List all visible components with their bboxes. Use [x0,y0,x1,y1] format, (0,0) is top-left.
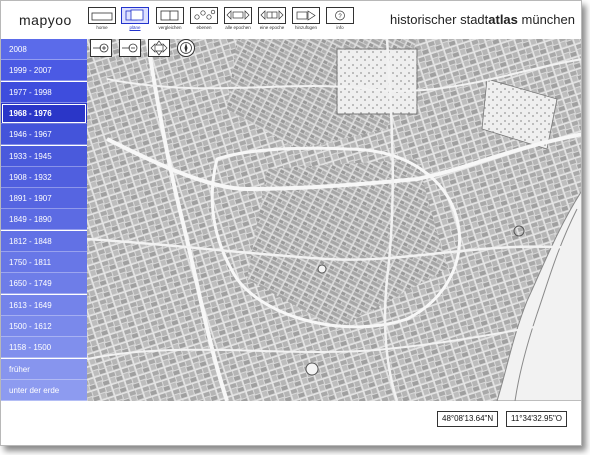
pan-button[interactable] [148,39,170,57]
nav-label: ebenen [196,25,212,30]
zoom-out-icon [122,43,138,53]
nav-plans-button[interactable]: pläne [120,7,150,37]
epoch-item[interactable]: früher [1,358,87,380]
site-title-suffix: münchen [517,12,575,27]
site-title: historischer stadtatlas münchen [390,12,575,27]
add-icon [292,7,320,24]
nav-compare-button[interactable]: vergleichen [155,7,185,37]
historic-city-map[interactable] [87,39,582,401]
epoch-item[interactable]: 1891 - 1907 [1,188,87,210]
epoch-item[interactable]: 1977 - 1998 [1,81,87,103]
nav-label: vergleichen [158,25,182,30]
epoch-item[interactable]: 1946 - 1967 [1,124,87,146]
epoch-item[interactable]: 1650 - 1749 [1,273,87,295]
svg-text:?: ? [338,14,342,20]
nav-info-button[interactable]: ? info [325,7,355,37]
longitude-readout: 11°34'32.95"O [506,411,568,427]
site-title-prefix: historischer stadt [390,12,489,27]
compass-icon [180,42,192,54]
nav-home-button[interactable]: home [87,7,117,37]
epoch-item[interactable]: 1750 - 1811 [1,252,87,273]
nav-label: pläne [129,25,141,30]
app-window: mapyoo home pläne vergleichen ebenen all… [0,0,582,446]
epoch-item[interactable]: 1812 - 1848 [1,230,87,252]
epoch-item[interactable]: 2008 [1,39,87,60]
map-image[interactable] [87,39,582,401]
epoch-item[interactable]: 1999 - 2007 [1,60,87,82]
epoch-item[interactable]: 1968 - 1976 [1,102,87,124]
compass-button[interactable] [177,39,195,57]
logo[interactable]: mapyoo [19,12,72,28]
nav-one-epoch-button[interactable]: eine epoche [257,7,287,37]
nav-label: home [96,25,108,30]
epoch-item[interactable]: 1158 - 1500 [1,337,87,359]
nav-label: info [336,25,344,30]
nav-layers-button[interactable]: ebenen [189,7,219,37]
epoch-item[interactable]: unter der erde [1,379,87,401]
epoch-item[interactable]: 1613 - 1649 [1,294,87,316]
layers-icon [190,7,218,24]
header: mapyoo home pläne vergleichen ebenen all… [1,1,581,39]
epoch-list: 2008 1999 - 2007 1977 - 1998 1968 - 1976 194… [1,39,87,401]
one-epoch-icon [258,7,286,24]
pan-arrows-icon [150,40,168,56]
info-icon: ? [326,7,354,24]
site-title-bold: atlas [488,12,518,27]
compare-icon [156,7,184,24]
epoch-item[interactable]: 1908 - 1932 [1,166,87,188]
epoch-item[interactable]: 1933 - 1945 [1,145,87,167]
zoom-in-icon [93,43,109,53]
plans-icon [121,7,149,24]
nav-label: eine epoche [259,25,285,30]
home-icon [88,7,116,24]
nav-label: hinzufügen [294,25,318,30]
nav-label: alle epochen [225,25,251,30]
epoch-item[interactable]: 1849 - 1890 [1,209,87,231]
zoom-out-button[interactable] [119,39,141,57]
nav-all-epochs-button[interactable]: alle epochen [223,7,253,37]
latitude-readout: 48°08'13.64"N [437,411,499,427]
nav-add-button[interactable]: hinzufügen [291,7,321,37]
zoom-in-button[interactable] [90,39,112,57]
footer: 48°08'13.64"N 11°34'32.95"O [1,401,581,445]
all-epochs-icon [224,7,252,24]
epoch-item[interactable]: 1500 - 1612 [1,315,87,337]
